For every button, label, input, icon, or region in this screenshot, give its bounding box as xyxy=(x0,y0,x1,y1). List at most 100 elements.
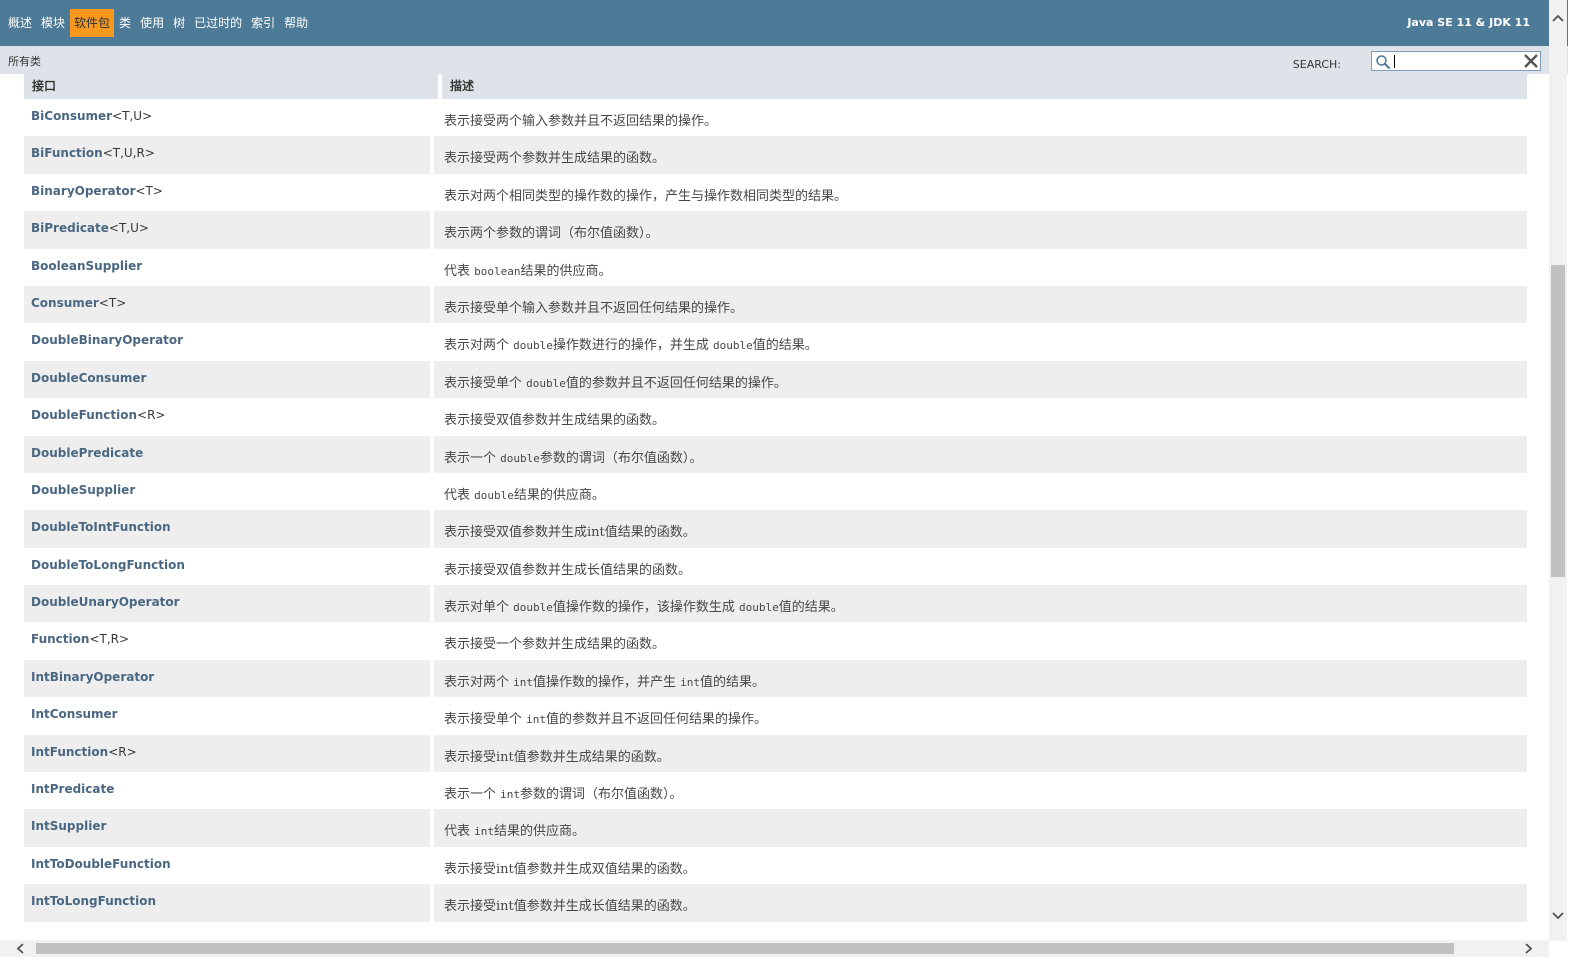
interface-link[interactable]: Function xyxy=(31,632,89,646)
nav-item-8[interactable]: 帮助 xyxy=(280,9,312,37)
scroll-up-icon[interactable] xyxy=(1549,10,1567,28)
table-row: DoubleSupplier 代表 double结果的供应商。 xyxy=(24,472,1527,511)
interface-link[interactable]: BinaryOperator xyxy=(31,184,135,198)
description-cell: 表示接受双值参数并生成int值结果的函数。 xyxy=(430,510,1527,548)
interface-link[interactable]: IntFunction xyxy=(31,745,108,759)
description-text: 表示对单个 xyxy=(444,600,514,616)
interface-link[interactable]: DoubleUnaryOperator xyxy=(31,595,180,609)
table-row: BinaryOperator<T> 表示对两个相同类型的操作数的操作，产生与操作数… xyxy=(24,173,1527,212)
interface-link[interactable]: BiConsumer xyxy=(31,109,112,123)
type-params: <T> xyxy=(135,183,163,198)
description-cell: 表示接受int值参数并生成结果的函数。 xyxy=(430,734,1527,773)
nav-item-2: 软件包 xyxy=(70,9,115,37)
code-keyword: double xyxy=(474,488,514,502)
type-params: <T,U,R> xyxy=(102,146,155,161)
interface-cell: DoubleBinaryOperator xyxy=(24,323,430,360)
table-row: IntToDoubleFunction 表示接受int值参数并生成双值结果的函数。 xyxy=(24,846,1527,885)
code-keyword: double xyxy=(513,339,553,353)
scroll-left-icon[interactable] xyxy=(12,940,30,957)
description-text: 值的结果。 xyxy=(700,674,766,690)
description-text: 表示对两个 xyxy=(444,338,514,354)
all-classes-link[interactable]: 所有类 xyxy=(8,53,41,69)
table-row: DoubleBinaryOperator 表示对两个 double操作数进行的操作… xyxy=(24,323,1527,361)
text-caret xyxy=(1394,55,1395,68)
interface-link[interactable]: BiFunction xyxy=(31,146,103,160)
description-text: 结果的供应商。 xyxy=(494,824,586,840)
nav-item-7[interactable]: 索引 xyxy=(247,9,279,37)
description-text: 表示接受int值参数并生成双值结果的函数。 xyxy=(444,861,696,877)
code-keyword: double xyxy=(713,339,753,353)
table-row: DoubleToLongFunction 表示接受双值参数并生成长值结果的函数。 xyxy=(24,547,1527,586)
interface-link[interactable]: DoubleFunction xyxy=(31,408,137,422)
interface-link[interactable]: IntToLongFunction xyxy=(31,894,156,908)
type-params: <T,R> xyxy=(89,632,130,647)
interface-cell: BinaryOperator<T> xyxy=(24,174,430,211)
description-cell: 表示一个 double参数的谓词（布尔值函数）。 xyxy=(430,435,1527,473)
nav-list: 概述 模块 软件包类使用树已过时的 索引 帮助 xyxy=(4,9,313,37)
interface-link[interactable]: IntToDoubleFunction xyxy=(31,857,171,871)
description-text: 表示对两个相同类型的操作数的操作，产生与操作数相同类型的结果。 xyxy=(444,188,848,204)
interface-link[interactable]: DoubleSupplier xyxy=(31,483,135,497)
table-row: DoubleFunction<R> 表示接受双值参数并生成结果的函数。 xyxy=(24,398,1527,436)
table-row: BiFunction<T,U,R> 表示接受两个参数并生成结果的函数。 xyxy=(24,136,1527,174)
interface-link[interactable]: DoubleConsumer xyxy=(31,371,146,385)
description-text: 结果的供应商。 xyxy=(513,487,605,503)
description-text: 代表 xyxy=(444,263,475,279)
description-text: 表示对两个 xyxy=(444,674,514,690)
description-text: 表示接受int值参数并生成长值结果的函数。 xyxy=(444,899,696,915)
description-text: 表示接受单个 xyxy=(444,712,527,728)
sub-nav-bar: 所有类 SEARCH: xyxy=(0,46,1568,74)
table-row: BooleanSupplier 代表 boolean结果的供应商。 xyxy=(24,248,1527,286)
reset-search-icon[interactable] xyxy=(1522,52,1540,70)
interface-link[interactable]: BooleanSupplier xyxy=(31,259,142,273)
code-keyword: double xyxy=(500,451,540,465)
interface-cell: DoubleToIntFunction xyxy=(24,510,430,547)
description-text: 操作数进行的操作，并生成 xyxy=(552,338,714,354)
search-input[interactable] xyxy=(1393,53,1518,69)
description-cell: 代表 boolean结果的供应商。 xyxy=(430,248,1527,286)
scroll-right-icon[interactable] xyxy=(1519,940,1537,957)
description-text: 表示一个 xyxy=(444,787,501,803)
scroll-down-icon[interactable] xyxy=(1549,906,1567,924)
interface-link[interactable]: DoubleToLongFunction xyxy=(31,558,185,572)
table-row: DoubleToIntFunction 表示接受双值参数并生成int值结果的函数。 xyxy=(24,510,1527,548)
search-field[interactable] xyxy=(1371,51,1541,71)
interface-link[interactable]: DoubleBinaryOperator xyxy=(31,333,183,347)
vertical-scroll-thumb[interactable] xyxy=(1551,265,1565,577)
interface-link[interactable]: IntConsumer xyxy=(31,707,118,721)
description-text: 表示一个 xyxy=(444,450,501,466)
code-keyword: int xyxy=(526,713,547,727)
interface-cell: BooleanSupplier xyxy=(24,249,430,286)
interface-cell: IntConsumer xyxy=(24,697,430,734)
horizontal-scroll-thumb[interactable] xyxy=(36,943,1454,954)
interface-link[interactable]: IntPredicate xyxy=(31,782,114,796)
interface-cell: BiPredicate<T,U> xyxy=(24,211,430,248)
description-text: 值操作数的操作，并产生 xyxy=(533,674,681,690)
description-text: 表示接受一个参数并生成结果的函数。 xyxy=(444,637,666,653)
interface-link[interactable]: IntBinaryOperator xyxy=(31,670,154,684)
about-label: Java SE 11 & JDK 11 xyxy=(1407,16,1530,29)
description-text: 表示接受单个输入参数并且不返回任何结果的操作。 xyxy=(444,300,744,316)
description-text: 值的参数并且不返回任何结果的操作。 xyxy=(565,375,787,391)
interface-link[interactable]: DoubleToIntFunction xyxy=(31,520,171,534)
description-text: 表示接受两个输入参数并且不返回结果的操作。 xyxy=(444,114,718,129)
top-nav-bar: 概述 模块 软件包类使用树已过时的 索引 帮助 Java SE 11 & JDK 11 xyxy=(0,0,1568,46)
interface-link[interactable]: IntSupplier xyxy=(31,819,106,833)
type-params: <R> xyxy=(108,744,137,759)
description-cell: 表示接受两个参数并生成结果的函数。 xyxy=(430,136,1527,174)
search-label: SEARCH: xyxy=(1292,58,1341,71)
nav-item-1[interactable]: 模块 xyxy=(37,9,69,37)
nav-item-3[interactable]: 类 xyxy=(115,9,135,37)
nav-item-4[interactable]: 使用 xyxy=(136,9,168,37)
nav-item-5[interactable]: 树 xyxy=(169,9,189,37)
table-row: DoubleUnaryOperator 表示对单个 double值操作数的操作，该… xyxy=(24,585,1527,623)
interface-summary-table: 接口 描述 BiConsumer<T,U> 表示接受两个输入参数并且不返回结果的操… xyxy=(24,74,1527,922)
nav-item-0[interactable]: 概述 xyxy=(4,9,36,37)
interface-link[interactable]: BiPredicate xyxy=(31,221,109,235)
nav-item-6[interactable]: 已过时的 xyxy=(190,9,246,37)
interface-link[interactable]: DoublePredicate xyxy=(31,446,143,460)
interface-link[interactable]: Consumer xyxy=(31,296,99,310)
description-cell: 表示接受单个 int值的参数并且不返回任何结果的操作。 xyxy=(430,697,1527,735)
table-row: DoublePredicate 表示一个 double参数的谓词（布尔值函数）。 xyxy=(24,435,1527,473)
table-row: IntFunction<R> 表示接受int值参数并生成结果的函数。 xyxy=(24,734,1527,773)
